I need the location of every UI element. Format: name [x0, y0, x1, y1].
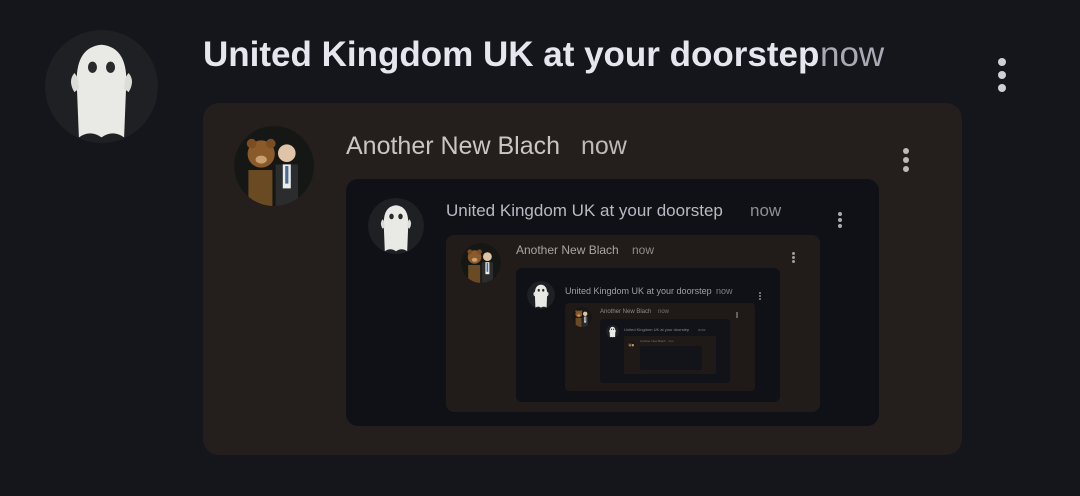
quoted-author-name[interactable]: Another New Blach [600, 308, 651, 316]
more-vertical-icon[interactable] [791, 252, 795, 263]
post-author-name[interactable]: United Kingdom UK at your doorstep [203, 35, 819, 75]
quoted-author-avatar[interactable] [606, 325, 619, 338]
more-vertical-icon[interactable] [902, 148, 910, 172]
quoted-post-time: now [668, 339, 674, 343]
quoted-post-time: now [716, 286, 733, 296]
quoted-author-name[interactable]: Another New Blach [516, 243, 619, 258]
quoted-post-time: now [698, 327, 706, 332]
quoted-author-name[interactable]: Another New Blach [640, 339, 666, 343]
quoted-author-avatar[interactable] [461, 243, 501, 283]
quoted-post-time: now [750, 201, 782, 220]
quoted-post-card[interactable] [640, 346, 702, 370]
quoted-author-name[interactable]: Another New Blach [346, 131, 560, 161]
ghost-avatar-icon [527, 281, 555, 309]
quoted-author-name[interactable]: United Kingdom UK at your doorstep [446, 201, 723, 221]
more-vertical-icon[interactable] [758, 292, 761, 300]
quoted-author-avatar[interactable] [572, 307, 592, 327]
more-vertical-icon[interactable] [995, 58, 1009, 92]
quoted-author-avatar[interactable] [234, 126, 314, 206]
quoted-author-name[interactable]: United Kingdom UK at your doorstep [565, 286, 712, 297]
ghost-avatar-icon [45, 30, 158, 143]
quoted-post-card[interactable]: Another New Blach now United Kingdom UK … [446, 235, 820, 412]
quoted-post-card[interactable]: United Kingdom UK at your doorstep now A… [346, 179, 879, 426]
post-time: now [820, 35, 885, 74]
quoted-post-card[interactable]: United Kingdom UK at your doorstep now A… [516, 268, 780, 402]
quoted-post-card[interactable]: Another New Blach now [624, 336, 716, 374]
quoted-author-avatar[interactable] [627, 338, 636, 347]
photo-avatar-icon [461, 243, 501, 283]
quoted-post-card[interactable]: United Kingdom UK at your doorstep now A… [600, 319, 730, 383]
more-vertical-icon[interactable] [736, 312, 738, 318]
photo-avatar-icon [234, 126, 314, 206]
quoted-author-avatar[interactable] [368, 198, 424, 254]
quoted-author-avatar[interactable] [527, 281, 555, 309]
quoted-post-time: now [632, 243, 655, 257]
more-vertical-icon[interactable] [837, 212, 843, 228]
ghost-avatar-icon [606, 325, 619, 338]
quoted-post-time: now [658, 309, 670, 315]
ghost-avatar-icon [368, 198, 424, 254]
quoted-author-name[interactable]: United Kingdom UK at your doorstep [624, 327, 689, 332]
photo-avatar-icon [627, 342, 636, 347]
quoted-post-card[interactable]: Another New Blach now United Kingdom UK … [565, 303, 755, 391]
photo-avatar-icon [572, 307, 592, 327]
author-avatar[interactable] [45, 30, 158, 143]
quoted-post-card[interactable]: Another New Blach now United Kingdom UK … [203, 103, 962, 455]
quoted-post-time: now [581, 132, 627, 160]
